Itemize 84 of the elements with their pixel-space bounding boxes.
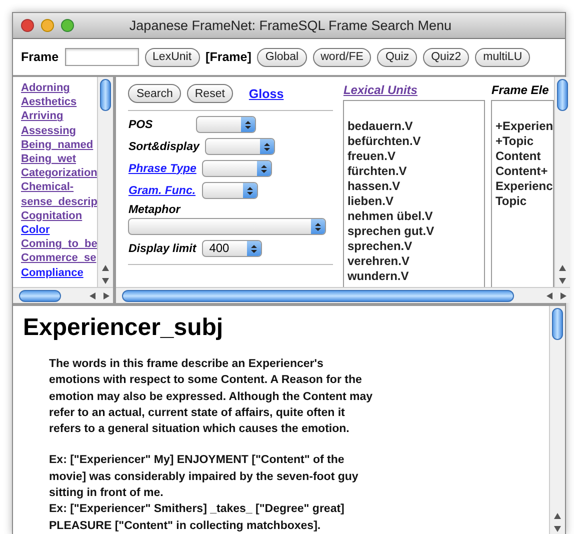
frame-element[interactable]: Experienc xyxy=(495,179,554,194)
frame-input-field[interactable] xyxy=(64,48,139,66)
lexical-unit[interactable]: hassen.V xyxy=(347,179,484,194)
field-link[interactable]: Gram. Func. xyxy=(128,184,196,196)
lexical-unit[interactable]: bedauern.V xyxy=(347,119,484,134)
frame-element[interactable]: +Experien xyxy=(495,119,554,134)
close-button[interactable] xyxy=(21,19,34,32)
dropdown[interactable] xyxy=(202,160,272,177)
frame-element[interactable]: +Topic xyxy=(495,134,554,149)
frame-label: Frame xyxy=(21,50,59,64)
frame-link[interactable]: Coming_to_be xyxy=(21,237,98,252)
description-paragraph: The words in this frame describe an Experiencer's emotions with respect to some Content. A Reason for the emotion may also be expressed. Although the Content may refer to an actual, current state of affairs, quite often it refers to a general situation which causes the emotion. xyxy=(49,357,374,438)
field-link[interactable]: Phrase Type xyxy=(128,162,196,174)
dropdown[interactable] xyxy=(205,138,276,155)
caret-icon xyxy=(264,142,270,152)
vertical-scrollbar[interactable] xyxy=(554,77,570,287)
scroll-thumb[interactable] xyxy=(100,79,112,111)
frame-element[interactable]: Content xyxy=(495,149,554,164)
scroll-thumb[interactable] xyxy=(122,290,514,302)
mode-label: [Frame] xyxy=(206,50,252,64)
frame-link[interactable]: Aesthetics xyxy=(21,95,98,110)
caret-icon xyxy=(315,222,322,232)
frame-element[interactable]: Topic xyxy=(495,194,554,209)
example-sentence: Ex: ["Experiencer" My] ENJOYMENT ["Content" of the movie] was considerably impaired by the seven-foot guy sitting in front of me. xyxy=(49,453,360,502)
vertical-scrollbar[interactable] xyxy=(97,77,114,287)
window-title: Japanese FrameNet: FrameSQL Frame Search Menu xyxy=(128,18,453,33)
frame-link[interactable]: Assessing xyxy=(21,124,98,138)
frame-link[interactable]: Being_wet xyxy=(21,152,98,166)
frame-link[interactable]: Categorization xyxy=(21,166,98,180)
field-label: POS xyxy=(128,118,154,130)
caret-icon xyxy=(245,120,252,130)
lexical-units-link[interactable]: Lexical Units xyxy=(343,83,486,100)
toolbar-button[interactable]: word/FE xyxy=(312,48,372,66)
lexical-unit[interactable]: sprechen gut.V xyxy=(347,224,484,239)
scroll-thumb[interactable] xyxy=(19,290,61,302)
gloss-link[interactable]: Gloss xyxy=(248,86,284,100)
form-button[interactable]: Reset xyxy=(186,84,233,103)
scroll-thumb[interactable] xyxy=(557,79,568,111)
scroll-arrow-icon[interactable] xyxy=(103,292,110,299)
scroll-arrow-icon[interactable] xyxy=(89,292,96,299)
frame-link[interactable]: Compliance xyxy=(21,266,98,280)
horizontal-scrollbar[interactable] xyxy=(116,287,570,303)
frame-elements-heading: Frame Ele xyxy=(491,83,550,99)
lexical-unit[interactable]: verehren.V xyxy=(347,254,484,269)
frame-link[interactable]: Cognitation xyxy=(21,208,98,224)
example-sentence: Ex: ["Experiencer" Smithers] _takes_ ["Degree" great] PLEASURE ["Content" in collecting matchboxes]. xyxy=(49,502,346,534)
field-label: Display limit xyxy=(128,242,196,254)
minimize-button[interactable] xyxy=(41,19,54,32)
zoom-button[interactable] xyxy=(61,19,74,32)
dropdown[interactable] xyxy=(196,116,256,133)
caret-icon xyxy=(251,244,258,254)
toolbar-button[interactable]: LexUnit xyxy=(144,48,200,66)
toolbar-button[interactable]: Global xyxy=(257,48,307,66)
lexical-unit[interactable]: lieben.V xyxy=(347,194,484,209)
lexical-unit[interactable]: nehmen übel.V xyxy=(347,209,484,224)
frame-link[interactable]: Adorning xyxy=(21,81,98,96)
field-label: Metaphor xyxy=(128,204,182,216)
horizontal-scrollbar[interactable] xyxy=(13,287,114,303)
frame-heading: Experiencer_subj xyxy=(23,314,224,342)
lexical-unit[interactable]: befürchten.V xyxy=(347,134,484,149)
dropdown[interactable] xyxy=(202,182,258,199)
lexical-unit[interactable]: fürchten.V xyxy=(347,164,484,179)
dropdown[interactable] xyxy=(128,218,326,235)
scroll-arrow-icon[interactable] xyxy=(546,292,552,299)
scroll-arrow-icon[interactable] xyxy=(560,292,566,299)
frame-link[interactable]: Color xyxy=(21,223,98,238)
lexical-unit[interactable]: wundern.V xyxy=(347,269,484,284)
toolbar-button[interactable]: Quiz2 xyxy=(423,48,470,66)
toolbar-button[interactable]: Quiz xyxy=(377,48,418,66)
frame-element[interactable]: Content+ xyxy=(495,164,554,179)
lexical-unit[interactable]: freuen.V xyxy=(347,149,484,164)
frame-link[interactable]: Arriving xyxy=(21,109,98,124)
vertical-scrollbar[interactable] xyxy=(549,306,565,534)
frame-link[interactable]: Chemical-sense_descrip xyxy=(21,180,98,209)
frame-link[interactable]: Being_named xyxy=(21,138,98,152)
caret-icon xyxy=(246,186,253,196)
form-button[interactable]: Search xyxy=(128,84,181,103)
dropdown[interactable]: 400 xyxy=(202,240,262,257)
field-label: Sort&display xyxy=(128,140,200,152)
caret-icon xyxy=(261,164,268,174)
scroll-thumb[interactable] xyxy=(552,308,563,340)
toolbar-button[interactable]: multiLU xyxy=(475,48,530,66)
frame-link[interactable]: Commerce_se xyxy=(21,251,98,266)
lexical-unit[interactable]: sprechen.V xyxy=(347,239,484,254)
